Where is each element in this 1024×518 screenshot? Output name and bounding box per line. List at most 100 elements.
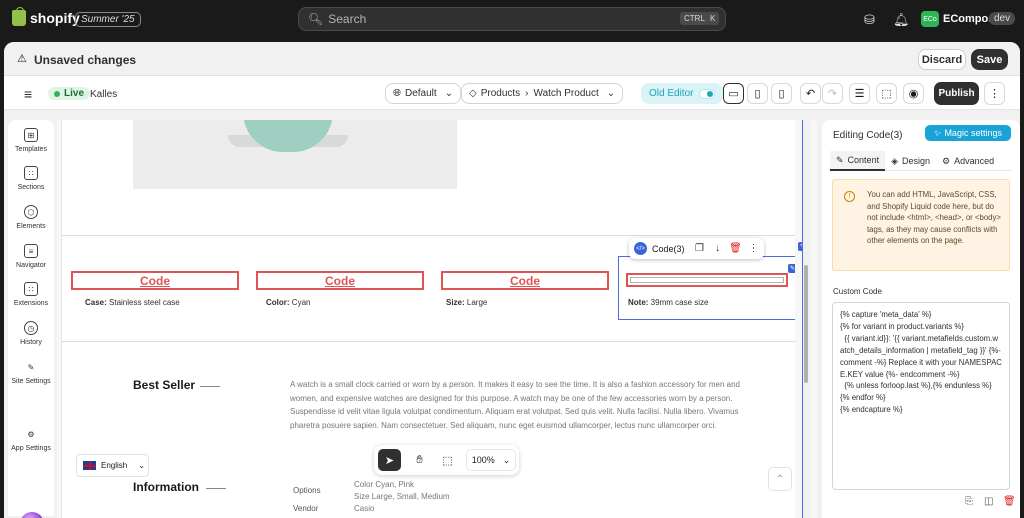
- mobile-view-button[interactable]: ▯: [771, 83, 792, 104]
- editor-toolbar: ≡ Live Kalles 🌐︎ Default ⌄ ◇ Products › …: [4, 76, 1020, 110]
- tab-content[interactable]: ✎ Content: [830, 151, 886, 171]
- scroll-top-button[interactable]: ⌃: [768, 467, 792, 491]
- app-frame: ⚠ Unsaved changes Discard Save ≡ Live Ka…: [4, 42, 1020, 518]
- globe-icon: 🌐︎: [393, 88, 401, 99]
- avatar[interactable]: ECo: [921, 11, 939, 27]
- desktop-view-button[interactable]: ▭: [723, 83, 744, 104]
- rail-item-history[interactable]: ◷ History: [8, 321, 54, 346]
- database-icon[interactable]: ⛁: [864, 12, 875, 28]
- code-placeholder: [630, 277, 784, 283]
- vendor-label: Vendor: [293, 504, 319, 513]
- edit-pencil-icon[interactable]: ✎: [788, 264, 795, 273]
- canvas-area: Code Code Code Case: Stainless steel cas…: [57, 120, 817, 518]
- preview-button[interactable]: ◉: [903, 83, 924, 104]
- publish-button[interactable]: Publish: [934, 82, 979, 105]
- element-type-icon: </>: [634, 242, 647, 255]
- ai-assistant-orb[interactable]: [20, 512, 44, 518]
- product-image[interactable]: [133, 120, 457, 189]
- more-vertical-icon[interactable]: ⋮: [745, 243, 763, 254]
- eye-icon: ◉: [908, 88, 919, 100]
- rail-item-templates[interactable]: ⊞ Templates: [8, 128, 54, 153]
- shopify-topbar: shopify Summer '25 🔍︎ Search CTRL K ⛁ 🔔︎…: [0, 0, 1024, 38]
- language-switcher[interactable]: English ⌄: [76, 454, 149, 477]
- left-rail: ⊞ Templates ∷ Sections ⬡ Elements ≡ Navi…: [8, 120, 54, 518]
- trash-icon[interactable]: 🗑︎: [727, 243, 745, 254]
- rail-label: Navigator: [16, 262, 46, 269]
- zoom-level: 100%: [471, 455, 495, 465]
- navigator-icon: ≡: [24, 244, 38, 258]
- search-input[interactable]: 🔍︎ Search CTRL K: [298, 7, 726, 31]
- rail-item-elements[interactable]: ⬡ Elements: [8, 205, 54, 230]
- old-editor-toggle[interactable]: Old Editor: [641, 83, 724, 104]
- tablet-view-button[interactable]: ▯: [747, 83, 768, 104]
- bell-icon[interactable]: 🔔︎: [893, 12, 910, 28]
- breadcrumb-page: Watch Product: [533, 88, 599, 99]
- breadcrumb-root: Products: [480, 88, 521, 99]
- columns-icon[interactable]: ◫: [984, 496, 993, 507]
- magic-settings-button[interactable]: ✨︎ Magic settings: [925, 125, 1011, 141]
- code-element[interactable]: Code: [256, 271, 424, 290]
- desktop-icon: ▭: [728, 88, 739, 100]
- kbd-ctrl: CTRL: [680, 12, 709, 25]
- notice-text: You can add HTML, JavaScript, CSS, and S…: [867, 190, 1001, 246]
- code-line: {% capture 'meta_data' %}: [840, 310, 932, 319]
- redo-button[interactable]: ↷: [822, 83, 843, 104]
- tab-label: Advanced: [954, 156, 995, 166]
- rail-label: Extensions: [13, 300, 49, 307]
- hand-tool-button[interactable]: ✋︎: [408, 449, 431, 471]
- select-tool-button[interactable]: ➤: [378, 449, 401, 471]
- history-icon: ◷: [24, 321, 38, 335]
- scrollbar-thumb[interactable]: [804, 265, 808, 383]
- selected-code-element[interactable]: [626, 273, 788, 287]
- rail-item-navigator[interactable]: ≡ Navigator: [8, 244, 54, 269]
- code-element[interactable]: Code: [71, 271, 239, 290]
- rail-item-extensions[interactable]: ∷ Extensions: [8, 282, 54, 307]
- toggle-switch[interactable]: [699, 88, 716, 99]
- rail-label: Sections: [17, 184, 45, 191]
- save-button[interactable]: Save: [971, 49, 1008, 70]
- more-options-button[interactable]: ⋮: [984, 82, 1005, 105]
- duplicate-icon[interactable]: ❐: [691, 243, 709, 254]
- menu-icon[interactable]: ≡: [24, 86, 32, 102]
- inspect-icon: ⬚: [881, 88, 892, 100]
- code-label: Code: [140, 273, 170, 288]
- uk-flag-icon: [83, 461, 96, 470]
- settings-sliders-button[interactable]: ☰: [849, 83, 870, 104]
- tab-design[interactable]: ◈ Design: [885, 151, 936, 171]
- focus-tool-button[interactable]: ⬚: [436, 449, 459, 471]
- code-line: {{ variant.id}}: '{{ variant.metafields.…: [840, 333, 1002, 379]
- best-seller-heading: Best Seller: [133, 378, 196, 392]
- element-toolbar: </> Code(3) ❐ ↓ 🗑︎ ⋮: [629, 238, 764, 259]
- undo-button[interactable]: ↶: [800, 83, 821, 104]
- rail-label: App Settings: [11, 445, 51, 452]
- selected-code-column[interactable]: [618, 256, 795, 320]
- rail-item-sections[interactable]: ∷ Sections: [8, 166, 54, 191]
- undo-icon: ↶: [805, 88, 816, 100]
- paint-bucket-icon: ◈: [891, 155, 898, 166]
- pencil-icon: ✎: [836, 154, 844, 165]
- language-label: English: [101, 461, 128, 470]
- gear-icon: ⚙: [27, 429, 35, 439]
- inspect-button[interactable]: ⬚: [876, 83, 897, 104]
- element-toolbar-label: Code(3): [652, 243, 685, 254]
- discard-button[interactable]: Discard: [918, 49, 966, 70]
- trash-icon[interactable]: 🗑︎: [1003, 496, 1016, 507]
- zoom-select[interactable]: 100% ⌄: [466, 449, 516, 471]
- rail-label: Templates: [15, 146, 47, 153]
- clipboard-icon[interactable]: ⎘: [965, 496, 973, 507]
- rail-item-site-settings[interactable]: ✎ Site Settings: [8, 360, 54, 386]
- status-badge: Live: [48, 87, 91, 100]
- arrow-down-icon[interactable]: ↓: [709, 243, 727, 254]
- chevron-down-icon: ⌄: [444, 88, 454, 99]
- search-icon: 🔍︎: [308, 12, 324, 26]
- cursor-icon: ➤: [384, 454, 395, 467]
- shopify-logo[interactable]: shopify: [12, 7, 80, 26]
- rail-item-app-settings[interactable]: ⚙ App Settings: [8, 427, 54, 453]
- page-select[interactable]: ◇ Products › Watch Product ⌄: [461, 83, 624, 104]
- options-label: Options: [293, 486, 321, 495]
- code-element[interactable]: Code: [441, 271, 609, 290]
- language-select[interactable]: 🌐︎ Default ⌄: [385, 83, 462, 104]
- custom-code-editor[interactable]: {% capture 'meta_data' %} {% for variant…: [832, 302, 1010, 490]
- tab-advanced[interactable]: ⚙ Advanced: [936, 151, 1000, 171]
- elements-icon: ⬡: [24, 205, 38, 219]
